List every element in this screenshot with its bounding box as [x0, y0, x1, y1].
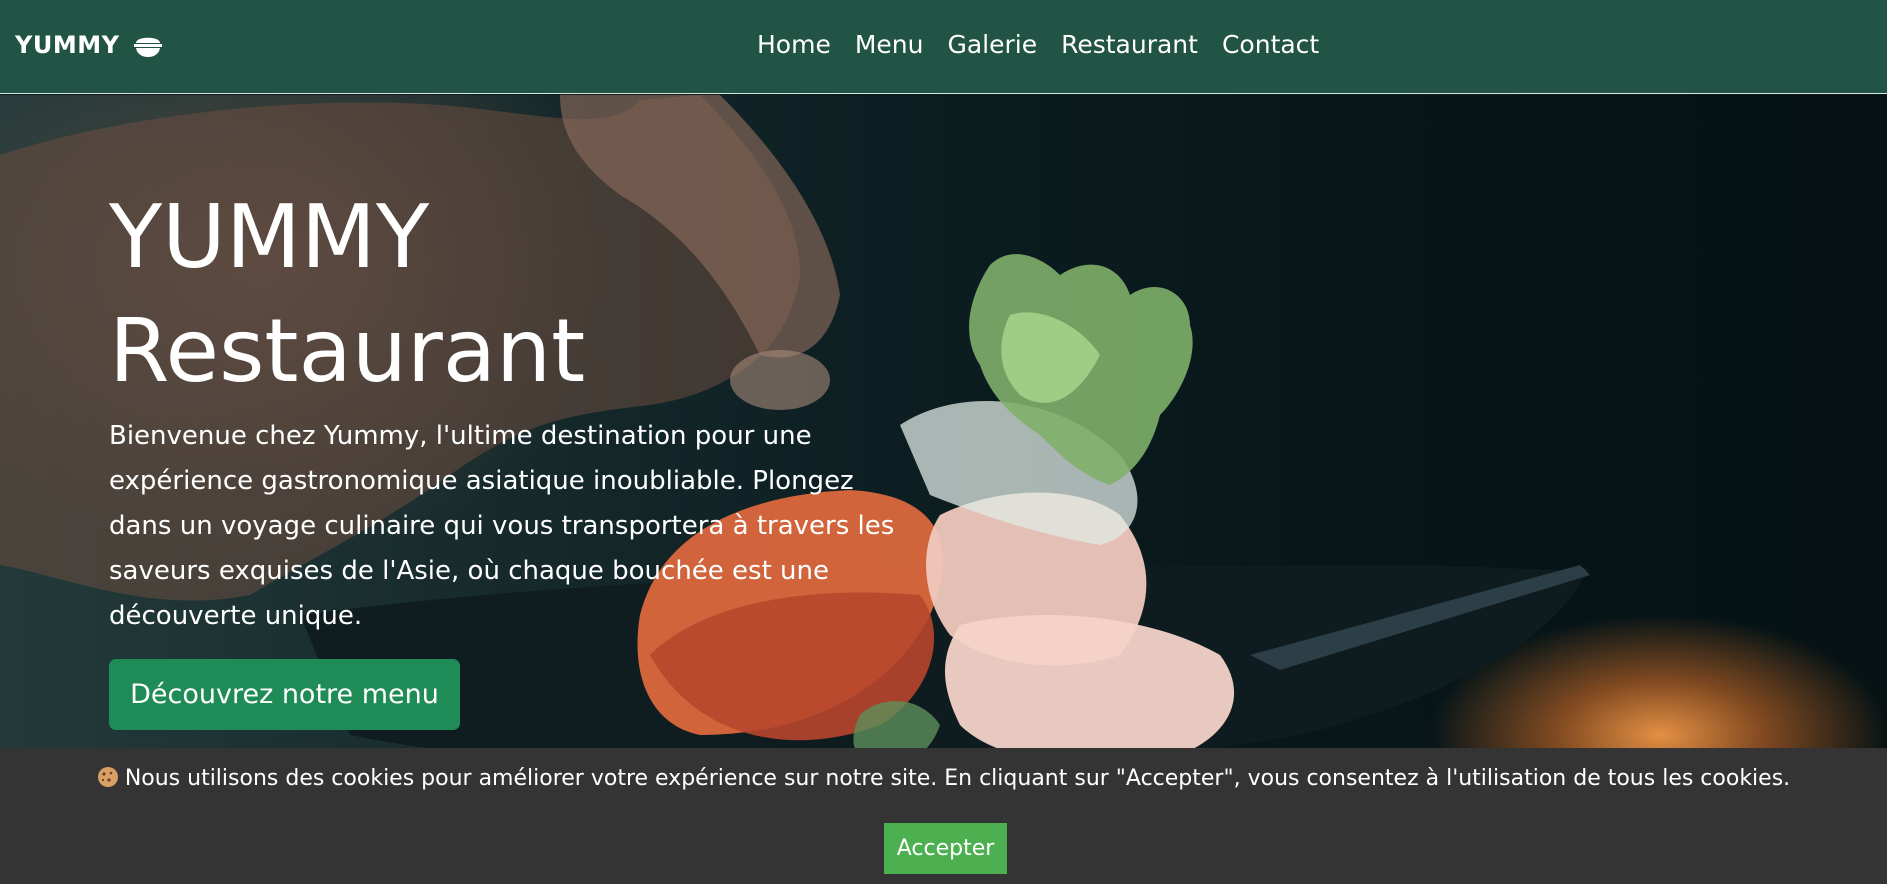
- hero-content: YUMMY Restaurant Bienvenue chez Yummy, l…: [109, 180, 909, 639]
- accept-cookies-button[interactable]: Accepter: [884, 823, 1007, 874]
- cookie-message-row: Nous utilisons des cookies pour améliore…: [0, 766, 1887, 791]
- cookie-banner: Nous utilisons des cookies pour améliore…: [0, 748, 1887, 884]
- nav-link-galerie[interactable]: Galerie: [947, 30, 1037, 59]
- hero-description: Bienvenue chez Yummy, l'ultime destinati…: [109, 421, 895, 631]
- bowl-icon: [133, 37, 162, 57]
- navbar: YUMMY Home Menu Galerie Restaurant Conta…: [0, 0, 1887, 94]
- hero-title-line-2: Restaurant: [109, 300, 586, 402]
- hero-title-line-1: YUMMY: [109, 186, 430, 288]
- nav-link-restaurant[interactable]: Restaurant: [1061, 30, 1198, 59]
- cookie-icon: [97, 767, 118, 787]
- main-nav: Home Menu Galerie Restaurant Contact: [757, 30, 1319, 59]
- nav-link-contact[interactable]: Contact: [1222, 30, 1319, 59]
- cookie-message: Nous utilisons des cookies pour améliore…: [124, 766, 1791, 791]
- discover-menu-button[interactable]: Découvrez notre menu: [109, 659, 460, 730]
- nav-link-menu[interactable]: Menu: [855, 30, 924, 59]
- brand-logo[interactable]: YUMMY: [15, 31, 163, 59]
- nav-link-home[interactable]: Home: [757, 30, 831, 59]
- brand-name: YUMMY: [15, 31, 120, 59]
- hero-title: YUMMY Restaurant: [109, 180, 909, 408]
